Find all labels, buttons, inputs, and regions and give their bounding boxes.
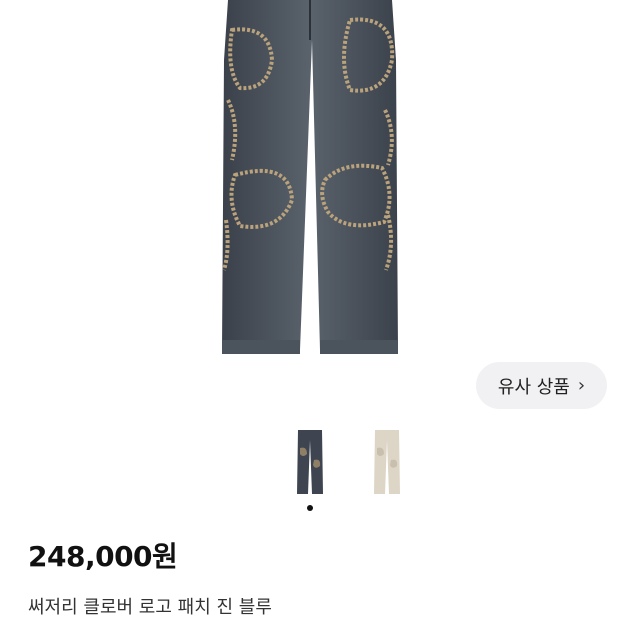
product-price: 248,000원 bbox=[28, 540, 178, 573]
product-image[interactable] bbox=[0, 0, 620, 360]
chevron-right-icon: › bbox=[577, 375, 586, 396]
carousel-indicator-dot bbox=[307, 505, 313, 511]
similar-products-button[interactable]: 유사 상품 › bbox=[476, 362, 607, 409]
product-name: 써저리 클로버 로고 패치 진 블루 bbox=[28, 597, 272, 618]
thumbnail-blue-denim[interactable] bbox=[295, 430, 325, 496]
similar-products-label: 유사 상품 bbox=[497, 376, 570, 398]
thumbnail-cream[interactable] bbox=[372, 430, 402, 496]
